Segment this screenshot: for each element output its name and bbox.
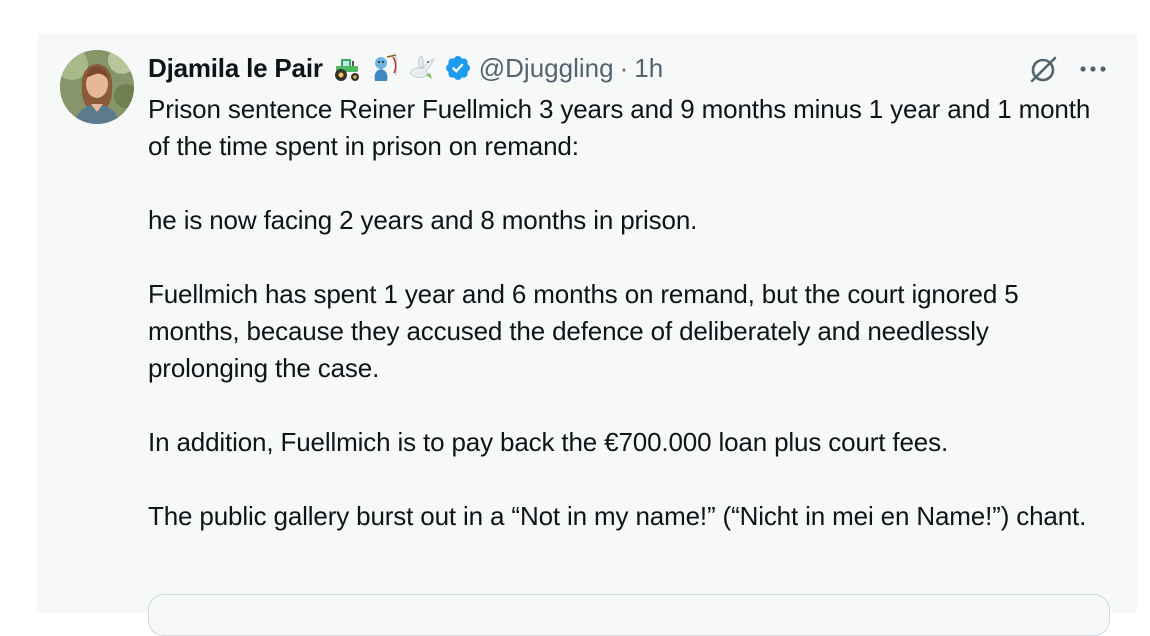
tweet-paragraph: he is now facing 2 years and 8 months in… [148, 205, 698, 235]
tweet-header: Djamila le Pair @Djuggling · 1h [148, 49, 663, 87]
avatar[interactable] [60, 50, 134, 124]
display-name[interactable]: Djamila le Pair [148, 53, 323, 84]
tweet-text: Prison sentence Reiner Fuellmich 3 years… [148, 91, 1108, 535]
fishing-man-emoji [374, 54, 397, 81]
separator-dot: · [619, 52, 629, 83]
handle[interactable]: @Djuggling [479, 53, 614, 84]
dove-emoji [409, 55, 435, 79]
verified-badge-icon [445, 56, 470, 80]
tweet-paragraph: Fuellmich has spent 1 year and 6 months … [148, 279, 1019, 383]
tweet-paragraph: The public gallery burst out in a “Not i… [148, 501, 1087, 531]
avatar-photo [60, 50, 134, 124]
name-emojis [332, 53, 436, 83]
quoted-media-card[interactable] [148, 594, 1110, 636]
timestamp[interactable]: 1h [634, 53, 663, 84]
tweet-paragraph: Prison sentence Reiner Fuellmich 3 years… [148, 94, 1091, 161]
more-icon[interactable] [1078, 55, 1108, 83]
grok-icon[interactable] [1027, 53, 1059, 85]
tractor-emoji [334, 59, 359, 81]
tweet-paragraph: In addition, Fuellmich is to pay back th… [148, 427, 949, 457]
